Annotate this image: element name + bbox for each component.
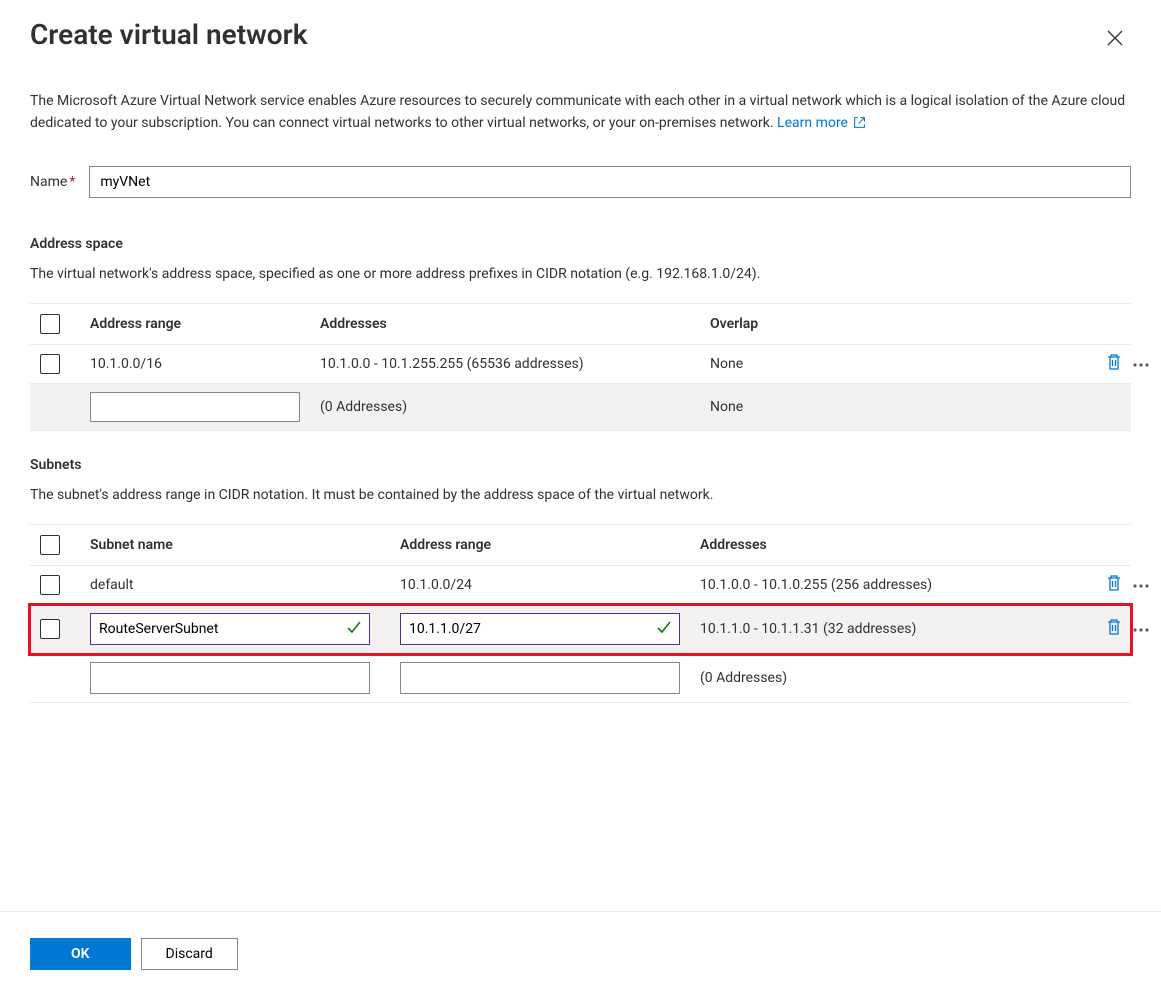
addresses-value: 10.1.0.0 - 10.1.255.255 (65536 addresses… (320, 356, 710, 372)
more-icon (1132, 627, 1150, 633)
learn-more-label: Learn more (777, 115, 848, 131)
learn-more-link[interactable]: Learn more (777, 115, 866, 131)
delete-subnet-button[interactable] (1106, 574, 1122, 596)
trash-icon (1106, 618, 1122, 636)
subnets-table: Subnet name Address range Addresses defa… (30, 524, 1131, 703)
subnet-range-input[interactable] (400, 613, 680, 645)
address-space-row: 10.1.0.0/16 10.1.0.0 - 10.1.255.255 (655… (30, 345, 1131, 384)
address-space-description: The virtual network's address space, spe… (30, 264, 1131, 285)
subnet-addresses-value: 10.1.1.0 - 10.1.1.31 (32 addresses) (700, 621, 1070, 637)
overlap-value: None (710, 356, 1070, 372)
footer-divider (0, 911, 1161, 912)
name-field-row: Name* (30, 166, 1131, 198)
address-space-select-all-checkbox[interactable] (40, 314, 60, 334)
subnet-new-row: (0 Addresses) (30, 654, 1131, 703)
address-space-row-checkbox[interactable] (40, 354, 60, 374)
required-asterisk: * (69, 174, 75, 190)
address-space-new-row: (0 Addresses) None (30, 384, 1131, 431)
col-subnet-range: Address range (400, 537, 700, 553)
subnet-range-value: 10.1.0.0/24 (400, 577, 700, 593)
address-space-header-row: Address range Addresses Overlap (30, 303, 1131, 345)
check-icon (656, 619, 672, 639)
ok-button[interactable]: OK (30, 938, 131, 970)
new-subnet-addresses-value: (0 Addresses) (700, 670, 1070, 686)
trash-icon (1106, 353, 1122, 371)
new-overlap-value: None (710, 399, 1070, 415)
address-range-value: 10.1.0.0/16 (90, 356, 320, 372)
discard-button[interactable]: Discard (141, 938, 238, 970)
close-button[interactable] (1099, 22, 1131, 54)
new-address-range-input[interactable] (90, 392, 300, 422)
subnets-heading: Subnets (30, 457, 1131, 473)
address-space-table: Address range Addresses Overlap 10.1.0.0… (30, 303, 1131, 431)
col-overlap: Overlap (710, 316, 1070, 332)
subnet-row-checkbox[interactable] (40, 619, 60, 639)
description-body: The Microsoft Azure Virtual Network serv… (30, 93, 1125, 131)
subnet-row-checkbox[interactable] (40, 575, 60, 595)
subnet-more-button[interactable] (1132, 577, 1150, 593)
address-space-heading: Address space (30, 236, 1131, 252)
check-icon (346, 619, 362, 639)
delete-subnet-button[interactable] (1106, 618, 1122, 640)
subnet-name-input[interactable] (90, 613, 370, 645)
external-link-icon (853, 115, 866, 137)
delete-address-range-button[interactable] (1106, 353, 1122, 375)
col-subnet-addresses: Addresses (700, 537, 1070, 553)
subnets-description: The subnet's address range in CIDR notat… (30, 485, 1131, 506)
subnet-more-button[interactable] (1132, 621, 1150, 637)
new-subnet-name-input[interactable] (90, 662, 370, 694)
subnet-name-value: default (90, 577, 400, 593)
col-addresses: Addresses (320, 316, 710, 332)
name-input[interactable] (89, 166, 1131, 198)
subnet-row-default: default 10.1.0.0/24 10.1.0.0 - 10.1.0.25… (30, 566, 1131, 605)
footer: OK Discard (0, 938, 1161, 970)
subnets-header-row: Subnet name Address range Addresses (30, 524, 1131, 566)
address-range-more-button[interactable] (1132, 356, 1150, 372)
subnet-addresses-value: 10.1.0.0 - 10.1.0.255 (256 addresses) (700, 577, 1070, 593)
subnets-select-all-checkbox[interactable] (40, 535, 60, 555)
col-subnet-name: Subnet name (90, 537, 400, 553)
create-vnet-panel: Create virtual network The Microsoft Azu… (0, 0, 1161, 703)
subnet-row-routeserver: 10.1.1.0 - 10.1.1.31 (32 addresses) (30, 605, 1131, 654)
col-address-range: Address range (90, 316, 320, 332)
trash-icon (1106, 574, 1122, 592)
close-icon (1107, 30, 1123, 46)
more-icon (1132, 362, 1150, 368)
page-title: Create virtual network (30, 18, 308, 51)
description-text: The Microsoft Azure Virtual Network serv… (30, 91, 1130, 136)
name-label: Name* (30, 174, 75, 190)
header-row: Create virtual network (30, 18, 1131, 91)
new-addresses-value: (0 Addresses) (320, 399, 710, 415)
more-icon (1132, 583, 1150, 589)
new-subnet-range-input[interactable] (400, 662, 680, 694)
